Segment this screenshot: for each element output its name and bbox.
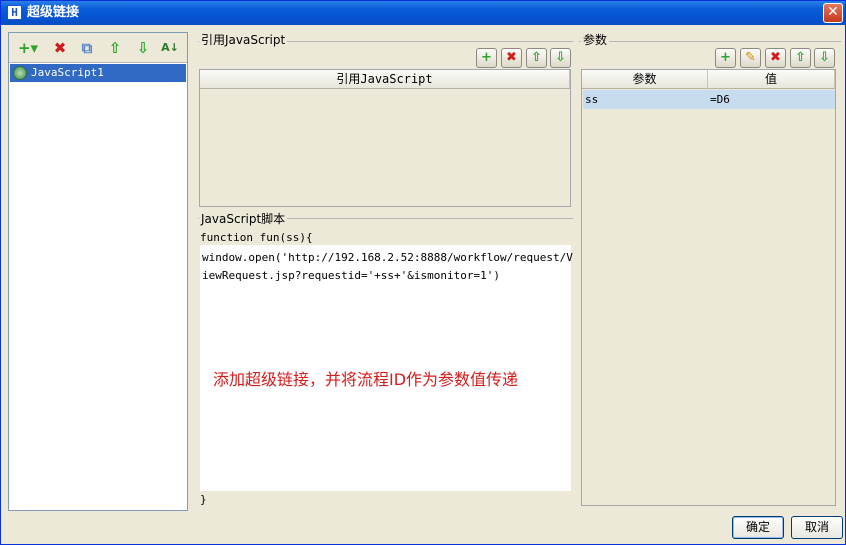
delete-param-icon[interactable]: ✖	[765, 48, 786, 68]
app-icon: H	[7, 5, 22, 20]
move-down-icon[interactable]: ⇩	[550, 48, 571, 68]
move-up-icon[interactable]: ⇧	[105, 38, 125, 58]
params-table: 参数 值 ss =D6	[581, 69, 836, 506]
js-ref-table: 引用JavaScript	[199, 69, 571, 207]
ok-button[interactable]: 确定	[732, 516, 784, 539]
add-js-ref-icon[interactable]: +	[476, 48, 497, 68]
move-down-icon[interactable]: ⇩	[133, 38, 153, 58]
window-title: 超级链接	[27, 5, 80, 20]
script-function-close: }	[200, 493, 207, 506]
sort-icon[interactable]: A↓	[160, 38, 180, 58]
param-value-column-header[interactable]: 值	[708, 70, 835, 89]
table-row[interactable]: ss =D6	[583, 90, 835, 109]
script-line-2: iewRequest.jsp?requestid='+ss+'&ismonito…	[202, 269, 501, 282]
add-param-icon[interactable]: +	[715, 48, 736, 68]
dialog-window: H 超级链接 ✕ +▾ ✖ ⧉ ⇧ ⇩ A↓ JavaScript1 引用Jav…	[0, 0, 846, 545]
cancel-button[interactable]: 取消	[791, 516, 843, 539]
move-up-icon[interactable]: ⇧	[790, 48, 811, 68]
move-down-icon[interactable]: ⇩	[814, 48, 835, 68]
copy-icon[interactable]: ⧉	[77, 38, 97, 58]
list-item-label: JavaScript1	[31, 66, 104, 79]
param-name-cell: ss	[585, 93, 599, 106]
close-icon[interactable]: ✕	[823, 3, 843, 23]
js-ref-column-header[interactable]: 引用JavaScript	[200, 70, 570, 89]
edit-param-icon[interactable]: ✎	[740, 48, 761, 68]
add-dropdown-icon[interactable]: +▾	[15, 38, 41, 58]
left-toolbar: +▾ ✖ ⧉ ⇧ ⇩ A↓	[9, 33, 187, 63]
delete-js-ref-icon[interactable]: ✖	[501, 48, 522, 68]
script-group-title: JavaScript脚本	[199, 212, 288, 226]
move-up-icon[interactable]: ⇧	[526, 48, 547, 68]
javascript-list-panel: +▾ ✖ ⧉ ⇧ ⇩ A↓ JavaScript1	[8, 32, 188, 511]
script-globe-icon	[13, 66, 27, 80]
group-border	[579, 41, 841, 42]
params-group-title: 参数	[581, 33, 610, 47]
param-value-cell: =D6	[710, 93, 730, 106]
script-function-header: function fun(ss){	[200, 231, 313, 244]
js-ref-group-title: 引用JavaScript	[199, 33, 288, 47]
script-line-1: window.open('http://192.168.2.52:8888/wo…	[202, 251, 573, 264]
param-name-column-header[interactable]: 参数	[582, 70, 708, 89]
title-bar[interactable]: H 超级链接 ✕	[1, 1, 845, 25]
list-item-javascript1[interactable]: JavaScript1	[10, 64, 186, 82]
delete-icon[interactable]: ✖	[50, 38, 70, 58]
annotation-text: 添加超级链接，并将流程ID作为参数值传递	[213, 370, 519, 389]
